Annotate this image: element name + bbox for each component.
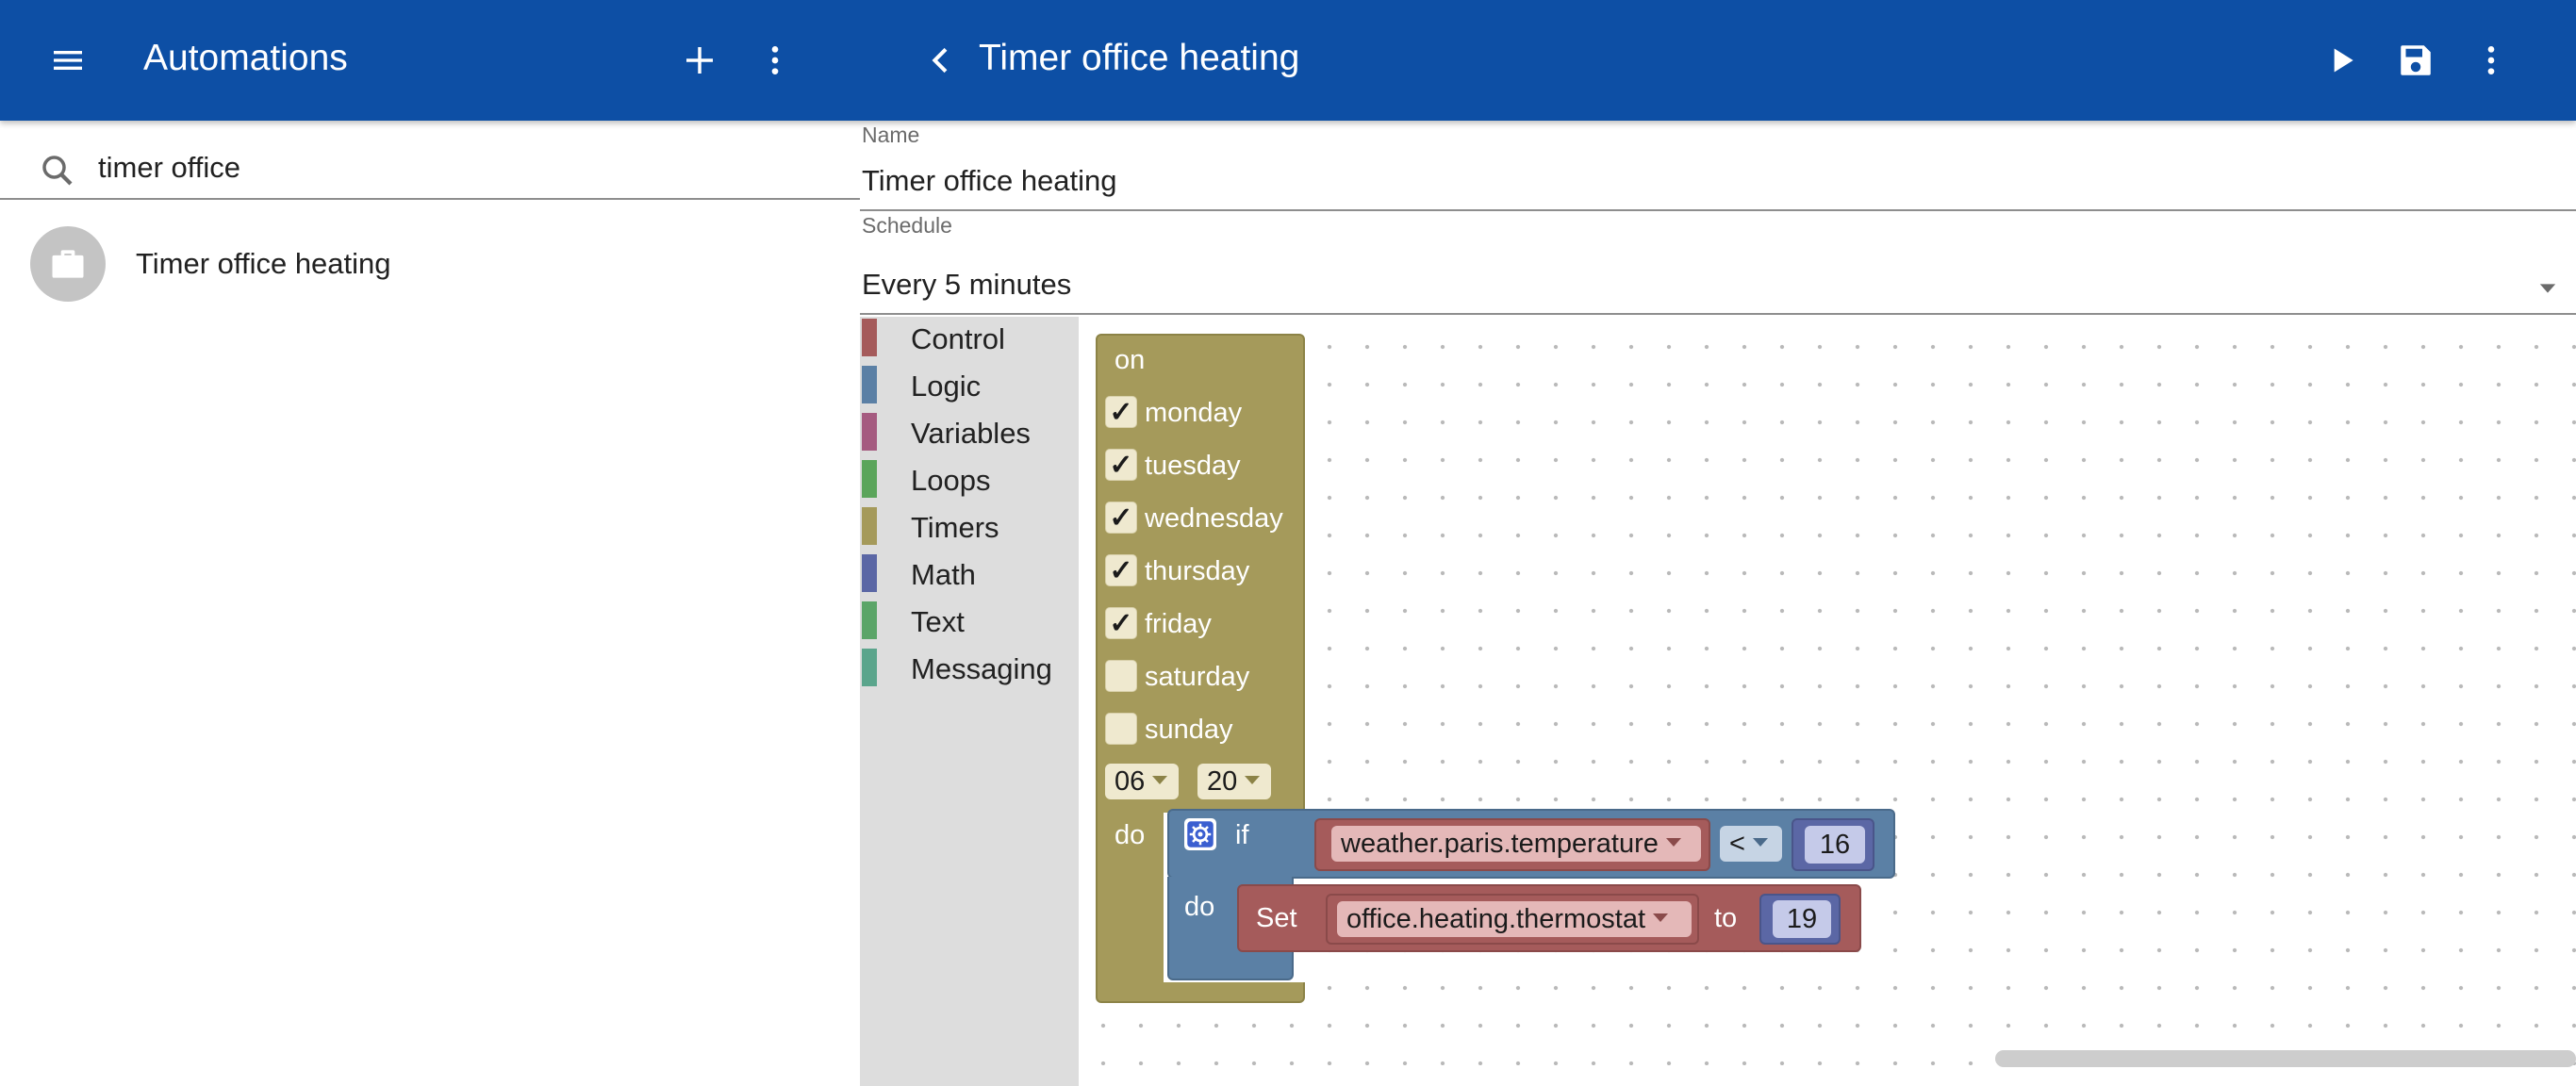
add-icon: [686, 47, 713, 74]
category-label: Loops: [911, 464, 991, 497]
timer-do-label: do: [1115, 820, 1146, 850]
back-button[interactable]: [909, 28, 973, 92]
toolbox-category-logic[interactable]: Logic: [860, 364, 1079, 405]
if-mutator-button[interactable]: [1184, 818, 1216, 850]
workspace-horizontal-scrollbar[interactable]: [1995, 1050, 2576, 1067]
category-color: [862, 319, 877, 356]
more-vert-icon: [2487, 46, 2495, 74]
app-bar: Automations Timer office heating: [0, 0, 2576, 121]
set-value[interactable]: 19: [1773, 900, 1831, 938]
category-label: Control: [911, 322, 1005, 355]
minute-value: 20: [1207, 766, 1238, 797]
category-label: Variables: [911, 417, 1031, 450]
hour-value: 06: [1115, 766, 1146, 797]
run-button[interactable]: [2310, 28, 2374, 92]
day-label-monday: monday: [1145, 398, 1243, 428]
chevron-down-icon: [1653, 913, 1669, 922]
if-label: if: [1235, 820, 1249, 850]
compare-operator-value: <: [1729, 829, 1745, 859]
schedule-select[interactable]: Every 5 minutes: [862, 268, 1071, 302]
chevron-down-icon: [1665, 837, 1681, 847]
category-color: [862, 460, 877, 498]
category-label: Logic: [911, 370, 982, 403]
app-title: Automations: [143, 38, 348, 78]
chevron-down-icon: [1752, 837, 1768, 847]
menu-icon: [54, 51, 82, 70]
day-checkbox-thursday[interactable]: ✓: [1105, 554, 1137, 586]
category-color: [862, 601, 877, 639]
set-variable-dropdown[interactable]: office.heating.thermostat: [1337, 901, 1692, 937]
toolbox-category-loops[interactable]: Loops: [860, 458, 1079, 500]
toolbox-category-text[interactable]: Text: [860, 600, 1079, 641]
day-checkbox-wednesday[interactable]: ✓: [1105, 502, 1137, 534]
name-input[interactable]: Timer office heating: [862, 164, 1117, 198]
toolbox-category-variables[interactable]: Variables: [860, 411, 1079, 452]
toolbox-category-messaging[interactable]: Messaging: [860, 647, 1079, 688]
name-label: Name: [862, 123, 920, 147]
chevron-down-icon: [1152, 775, 1168, 784]
category-color: [862, 649, 877, 686]
day-checkbox-tuesday[interactable]: ✓: [1105, 449, 1137, 481]
compare-operator-dropdown[interactable]: <: [1720, 826, 1782, 862]
avatar: [30, 226, 106, 302]
editor-more-button[interactable]: [2459, 28, 2523, 92]
hour-dropdown[interactable]: 06: [1105, 764, 1179, 799]
schedule-label: Schedule: [862, 213, 952, 238]
day-checkbox-saturday[interactable]: [1105, 660, 1137, 692]
day-label-saturday: saturday: [1145, 662, 1250, 692]
gear-icon: [1187, 821, 1214, 847]
timer-on-label: on: [1115, 345, 1146, 375]
day-label-sunday: sunday: [1145, 715, 1233, 745]
category-label: Messaging: [911, 652, 1052, 685]
list-item-label: Timer office heating: [136, 247, 391, 280]
compare-value[interactable]: 16: [1805, 826, 1865, 864]
category-color: [862, 366, 877, 403]
more-vert-icon: [771, 46, 779, 74]
chevron-down-icon: [2539, 284, 2556, 293]
toolbox-category-timers[interactable]: Timers: [860, 505, 1079, 547]
set-to-label: to: [1714, 903, 1738, 933]
chevron-left-icon: [932, 47, 948, 74]
toolbox-category-math[interactable]: Math: [860, 552, 1079, 594]
day-checkbox-sunday[interactable]: [1105, 713, 1137, 745]
play-icon: [2334, 48, 2353, 73]
day-label-thursday: thursday: [1145, 556, 1250, 586]
menu-button[interactable]: [36, 28, 100, 92]
list-item[interactable]: Timer office heating: [0, 211, 860, 302]
toolbox-category-control[interactable]: Control: [860, 317, 1079, 358]
save-icon: [2401, 45, 2431, 75]
schedule-field[interactable]: Schedule Every 5 minutes: [860, 211, 2576, 315]
day-label-friday: friday: [1145, 609, 1212, 639]
condition-variable-value: weather.paris.temperature: [1341, 829, 1659, 859]
day-label-tuesday: tuesday: [1145, 451, 1241, 481]
chevron-down-icon: [1245, 775, 1261, 784]
condition-variable-dropdown[interactable]: weather.paris.temperature: [1331, 826, 1701, 862]
set-variable-value: office.heating.thermostat: [1346, 904, 1646, 934]
editor-title: Timer office heating: [979, 38, 1300, 78]
day-label-wednesday: wednesday: [1145, 503, 1283, 534]
day-checkbox-friday[interactable]: ✓: [1105, 607, 1137, 639]
minute-dropdown[interactable]: 20: [1197, 764, 1271, 799]
name-field[interactable]: Name Timer office heating: [860, 121, 2576, 211]
list-more-button[interactable]: [743, 28, 807, 92]
category-color: [862, 413, 877, 451]
search-icon: [42, 156, 73, 186]
save-button[interactable]: [2384, 28, 2448, 92]
search-bar[interactable]: timer office: [0, 121, 860, 200]
category-label: Timers: [911, 511, 999, 544]
set-label: Set: [1256, 903, 1297, 933]
add-automation-button[interactable]: [668, 28, 732, 92]
day-checkbox-monday[interactable]: ✓: [1105, 396, 1137, 428]
blockly-toolbox: Control Logic Variables Loops Timers Mat…: [860, 317, 1079, 1086]
category-color: [862, 554, 877, 592]
search-input[interactable]: timer office: [98, 151, 240, 185]
category-label: Math: [911, 558, 976, 591]
category-label: Text: [911, 605, 965, 638]
automation-list-panel: timer office Timer office heating: [0, 121, 860, 1086]
if-do-label: do: [1184, 892, 1215, 922]
category-color: [862, 507, 877, 545]
briefcase-icon: [52, 250, 84, 278]
